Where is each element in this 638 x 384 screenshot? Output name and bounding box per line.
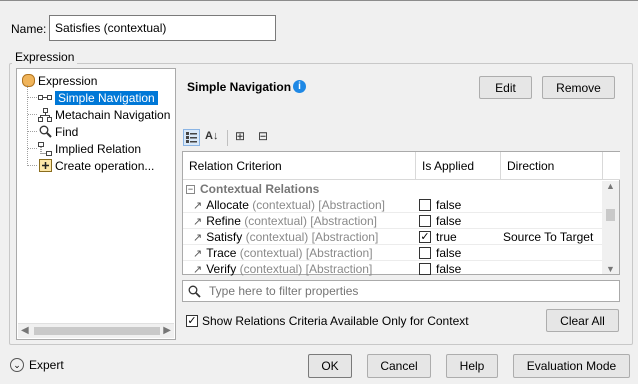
expression-tree[interactable]: Expression Simple Navigation Metachain N… [16,68,176,340]
is-applied-value: false [436,214,462,228]
abstraction-arrow-icon: ↗ [193,199,203,212]
relation-name: Satisfy [206,230,243,244]
implied-relation-icon [38,141,52,156]
scroll-up-arrow-icon[interactable]: ▲ [606,181,615,191]
relation-criteria-table[interactable]: Relation Criterion Is Applied Direction … [182,151,620,277]
column-header-filler [603,152,620,180]
scroll-right-arrow-icon[interactable]: ▶ [163,325,171,336]
ok-button[interactable]: OK [308,354,352,378]
remove-button[interactable]: Remove [542,76,615,99]
relation-name: Trace [206,246,237,260]
name-label: Name: [11,22,47,36]
is-applied-value: true [436,230,457,244]
relation-context: (contextual) [Abstraction] [239,246,373,260]
is-applied-value: false [436,246,462,260]
is-applied-value: false [436,198,462,212]
table-row[interactable]: ↗ Verify (contextual) [Abstraction] false [183,261,603,277]
tree-scroll-thumb[interactable] [34,327,160,335]
show-only-context-label: Show Relations Criteria Available Only f… [202,314,469,328]
tree-item-implied-relation[interactable]: Implied Relation [38,140,141,157]
evaluation-mode-button[interactable]: Evaluation Mode [513,354,630,378]
table-row[interactable]: ↗ Refine (contextual) [Abstraction] false [183,213,603,229]
toolbar-separator [227,130,228,146]
table-row[interactable]: ↗ Satisfy (contextual) [Abstraction] ✓ tru… [183,229,603,245]
table-scroll-thumb[interactable] [606,209,615,221]
search-icon [188,285,201,298]
is-applied-checkbox[interactable] [419,215,431,227]
tree-item-label: Implied Relation [55,141,142,156]
edit-button[interactable]: Edit [479,76,532,99]
relation-name: Verify [206,262,237,276]
tree-item-create-operation[interactable]: Create operation... [38,157,154,174]
name-input-value: Satisfies (contextual) [55,21,167,35]
group-label: Contextual Relations [200,182,320,196]
direction-cell[interactable]: Source To Target [503,229,593,245]
expression-group-label: Expression [12,50,78,64]
abstraction-arrow-icon: ↗ [193,215,203,228]
info-icon[interactable]: i [293,80,306,93]
help-button[interactable]: Help [446,354,498,378]
expand-all-icon[interactable]: ⊞ [235,129,245,143]
abstraction-arrow-icon: ↗ [193,231,203,244]
create-operation-icon [38,159,52,173]
column-header-direction[interactable]: Direction [501,152,603,180]
clear-all-button[interactable]: Clear All [546,309,619,332]
table-vertical-scrollbar[interactable]: ▲ ▼ [602,181,619,274]
chevron-down-icon: ⌄ [10,358,24,372]
sort-alphabetical-icon[interactable]: A↓ [205,130,218,142]
relation-name: Allocate [206,198,249,212]
scroll-left-arrow-icon[interactable]: ◀ [21,325,29,336]
tree-item-label: Find [55,124,79,139]
tree-item-find[interactable]: Find [38,123,78,140]
collapse-all-icon[interactable]: ⊟ [258,129,268,143]
find-icon [38,125,52,139]
column-header-is-applied[interactable]: Is Applied [416,152,501,180]
filter-input[interactable] [207,283,607,299]
is-applied-checkbox[interactable] [419,199,431,211]
show-only-context-checkbox[interactable]: ✓ [186,315,198,327]
relation-context: (contextual) [Abstraction] [252,198,385,212]
tree-horizontal-scrollbar[interactable]: ◀ ▶ [18,323,174,338]
cancel-button[interactable]: Cancel [367,354,431,378]
tree-item-label: Create operation... [55,158,155,173]
simple-navigation-icon [38,91,52,105]
filter-field[interactable] [182,280,620,302]
metachain-navigation-icon [38,107,52,122]
relation-name: Refine [206,214,241,228]
table-row[interactable]: ↗ Trace (contextual) [Abstraction] false [183,245,603,261]
is-applied-checkbox[interactable]: ✓ [419,231,431,243]
table-row[interactable]: ↗ Allocate (contextual) [Abstraction] fal… [183,197,603,213]
tree-item-label: Metachain Navigation [55,107,171,122]
is-applied-checkbox[interactable] [419,263,431,275]
expert-label: Expert [29,358,64,372]
categorized-view-button[interactable] [183,129,200,146]
is-applied-value: false [436,262,462,276]
is-applied-checkbox[interactable] [419,247,431,259]
show-only-context-option[interactable]: ✓ Show Relations Criteria Available Only… [186,314,469,328]
collapse-group-icon[interactable]: − [186,184,195,194]
abstraction-arrow-icon: ↗ [193,263,203,276]
tree-item-label: Simple Navigation [55,90,158,105]
panel-title: Simple Navigation [187,80,292,94]
name-input[interactable]: Satisfies (contextual) [49,15,276,41]
relation-context: (contextual) [Abstraction] [245,230,379,244]
expert-toggle[interactable]: ⌄ Expert [10,358,64,372]
tree-item-simple-navigation[interactable]: Simple Navigation [38,89,158,106]
abstraction-arrow-icon: ↗ [193,247,203,260]
scroll-down-arrow-icon[interactable]: ▼ [606,264,615,274]
column-header-relation-criterion[interactable]: Relation Criterion [183,152,416,180]
group-row-contextual-relations[interactable]: − Contextual Relations [183,181,603,197]
relation-context: (contextual) [Abstraction] [239,262,373,276]
relation-context: (contextual) [Abstraction] [244,214,377,228]
tree-item-metachain-navigation[interactable]: Metachain Navigation [38,106,170,123]
categorized-icon [186,132,197,143]
window-top-border [0,0,638,3]
